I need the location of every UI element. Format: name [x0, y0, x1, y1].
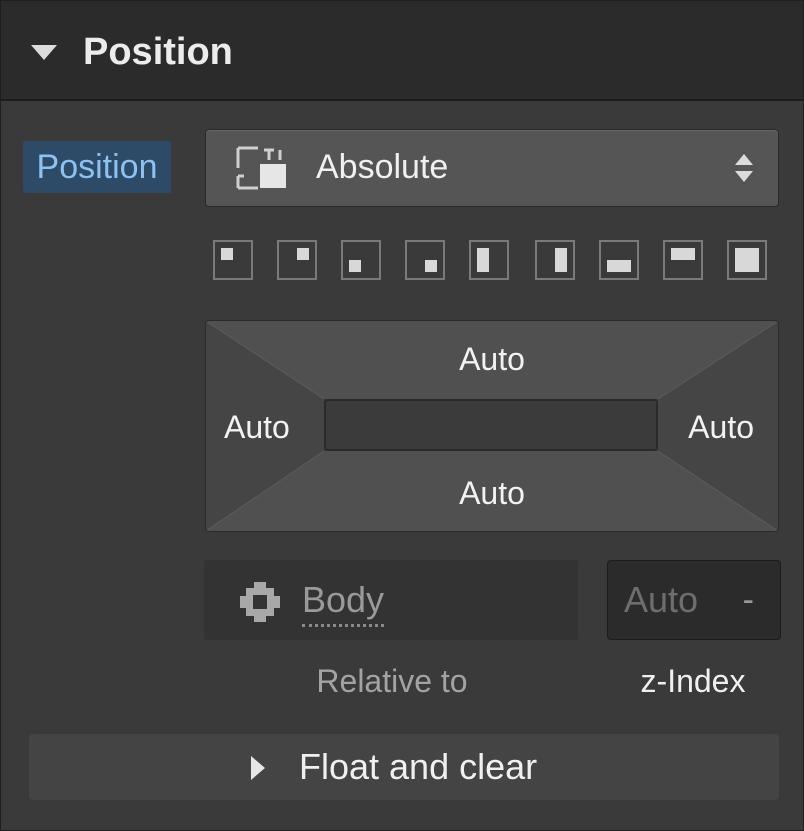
preset-left-button[interactable]: [469, 240, 509, 280]
section-title: Position: [83, 31, 233, 73]
position-select[interactable]: Absolute: [205, 129, 779, 207]
gear-icon: [240, 582, 280, 622]
float-and-clear-label: Float and clear: [299, 746, 538, 787]
select-updown-icon: [735, 154, 753, 182]
z-index-input[interactable]: Auto -: [607, 560, 781, 640]
caret-right-icon: [251, 756, 265, 780]
position-label[interactable]: Position: [23, 141, 171, 193]
offset-inner-element: [324, 399, 658, 451]
preset-bottom-right-button[interactable]: [405, 240, 445, 280]
preset-right-button[interactable]: [535, 240, 575, 280]
offset-bottom-value[interactable]: Auto: [206, 473, 778, 513]
preset-top-button[interactable]: [663, 240, 703, 280]
preset-top-left-button[interactable]: [213, 240, 253, 280]
absolute-position-icon: [236, 146, 286, 190]
position-select-value: Absolute: [316, 148, 449, 186]
position-presets: [213, 240, 773, 286]
relative-to-caption: Relative to: [316, 663, 468, 699]
float-and-clear-toggle[interactable]: Float and clear: [29, 734, 779, 800]
z-index-unit[interactable]: -: [743, 577, 754, 623]
section-header[interactable]: Position: [1, 1, 803, 101]
preset-bottom-button[interactable]: [599, 240, 639, 280]
preset-full-button[interactable]: [727, 240, 767, 280]
caret-down-icon[interactable]: [31, 45, 57, 60]
preset-bottom-left-button[interactable]: [341, 240, 381, 280]
z-index-value[interactable]: Auto: [624, 577, 698, 623]
offset-box: Auto Auto Auto Auto: [205, 320, 779, 532]
relative-to-field[interactable]: Body: [204, 560, 578, 640]
offset-left-value[interactable]: Auto: [224, 407, 290, 447]
z-index-caption: z-Index: [640, 663, 746, 699]
preset-top-right-button[interactable]: [277, 240, 317, 280]
position-panel: Position Position Absolute Auto Auto Aut…: [0, 0, 804, 831]
offset-top-value[interactable]: Auto: [206, 339, 778, 379]
relative-to-value[interactable]: Body: [302, 576, 385, 627]
offset-right-value[interactable]: Auto: [688, 407, 754, 447]
